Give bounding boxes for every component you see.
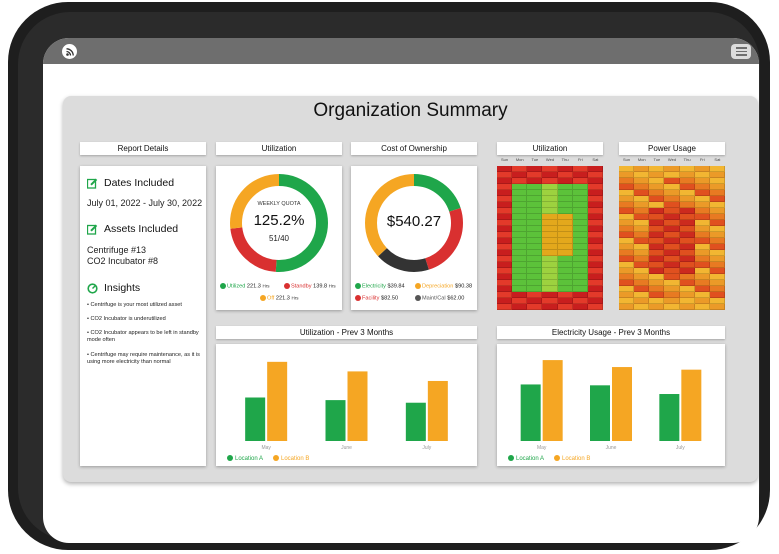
elec-chart-header: Electricity Usage - Prev 3 Months [497, 326, 725, 339]
utilization-header: Utilization [216, 142, 342, 155]
heatmap-cell [679, 304, 695, 310]
report-details-header: Report Details [80, 142, 206, 155]
power-heatmap-days: Sun Mon Tue Wed Thu Fri Sat [623, 157, 721, 162]
heatmap-cell [587, 304, 603, 310]
util-heatmap-header: Utilization [497, 142, 603, 155]
legend-maint-cal: Maint/Cal $62.00 [415, 295, 464, 301]
x-tick-label: June [606, 445, 617, 451]
x-tick-label: May [261, 445, 271, 451]
bar-location-b [267, 361, 288, 441]
x-tick-label: July [676, 445, 685, 451]
quota-fraction: 51/40 [268, 234, 290, 243]
legend-dot [508, 455, 514, 461]
legend-dot [273, 455, 279, 461]
util-chart-card: May June July Location A Location B [216, 344, 477, 466]
elec-chart-card: May June July Location A Location B [497, 344, 725, 466]
tablet-bezel: Organization Summary Report Details Date… [18, 12, 760, 543]
insight-item: • CO2 Incubator appears to be left in st… [87, 330, 199, 343]
legend-label: Location B [281, 456, 309, 462]
legend-label: Location A [235, 456, 263, 462]
x-tick-label: June [341, 445, 352, 451]
cost-card: $540.27 Electricity $39.84 Depreciation … [351, 166, 477, 310]
bar-location-b [612, 367, 632, 441]
bar-location-a [590, 385, 610, 441]
heatmap-cell [709, 304, 725, 310]
asset-item: CO2 Incubator #8 [87, 256, 159, 266]
insight-item: • Centrifuge may require maintenance, as… [87, 352, 200, 365]
util-chart-header: Utilization - Prev 3 Months [216, 326, 477, 339]
heatmap-cell [572, 304, 588, 310]
assets-section-title: Assets Included [87, 223, 178, 235]
x-tick-label: July [422, 445, 431, 451]
power-heatmap-header: Power Usage [619, 142, 725, 155]
utilization-heatmap [497, 166, 603, 310]
bar-location-a [520, 384, 541, 441]
insights-section-title: Insights [87, 282, 140, 294]
insight-item: • CO2 Incubator is underutilized [87, 316, 166, 322]
legend-utilized: Utilized 221.3 Hrs [220, 283, 269, 289]
heatmap-cell [542, 304, 558, 310]
heatmap-cell [694, 304, 710, 310]
heatmap-cell [619, 304, 635, 310]
edit-icon [87, 224, 98, 235]
heatmap-cell [512, 304, 528, 310]
bar-location-b [427, 380, 448, 441]
bar-location-b [681, 369, 702, 441]
screen: Organization Summary Report Details Date… [43, 38, 759, 543]
legend-label: Location A [516, 456, 544, 462]
legend-depreciation: Depreciation $90.38 [415, 283, 472, 289]
bar-location-a [405, 402, 426, 441]
top-bar [43, 38, 759, 64]
tablet-frame: Organization Summary Report Details Date… [8, 2, 770, 550]
cost-total: $540.27 [386, 213, 442, 230]
heatmap-cell [527, 304, 543, 310]
bar-location-b [542, 360, 563, 441]
bar-location-a [659, 394, 680, 441]
power-usage-heatmap [619, 166, 725, 310]
heatmap-cell [557, 304, 573, 310]
heatmap-cell [649, 304, 665, 310]
insight-item: • Centrifuge is your most utilized asset [87, 302, 182, 308]
report-details-card: Dates Included July 01, 2022 - July 30, … [80, 166, 206, 466]
utilization-bar-chart: May June July Location A Location B [227, 361, 448, 462]
dates-title: Dates Included [104, 177, 175, 189]
legend-facility: Facility $82.50 [355, 295, 398, 301]
dates-value: July 01, 2022 - July 30, 2022 [87, 198, 203, 208]
legend-off: Off 221.3 Hrs [260, 295, 298, 301]
assets-title: Assets Included [104, 223, 179, 235]
bar-location-a [245, 397, 266, 441]
legend-dot [554, 455, 560, 461]
x-tick-label: May [537, 445, 547, 451]
page-title: Organization Summary [313, 100, 508, 121]
legend-label: Location B [562, 456, 590, 462]
cost-header: Cost of Ownership [351, 142, 477, 155]
menu-icon[interactable] [731, 44, 751, 59]
legend-electricity: Electricity $39.84 [355, 283, 405, 289]
legend-dot [227, 455, 233, 461]
heatmap-cell [497, 304, 513, 310]
dates-section-title: Dates Included [87, 177, 174, 189]
heatmap-cell [634, 304, 650, 310]
quota-percent: 125.2% [253, 212, 305, 229]
heatmap-cell [664, 304, 680, 310]
bar-location-a [325, 400, 346, 441]
app-logo-icon[interactable] [62, 44, 77, 59]
edit-icon [87, 178, 98, 189]
insights-gauge-icon [87, 282, 98, 294]
util-heatmap-days: Sun Mon Tue Wed Thu Fri Sat [501, 157, 599, 162]
utilization-card: WEEKLY QUOTA 125.2% 51/40 Utilized 221.3… [216, 166, 342, 310]
bar-location-b [347, 371, 368, 441]
quota-label: WEEKLY QUOTA [257, 201, 301, 207]
summary-panel: Organization Summary Report Details Date… [63, 96, 758, 482]
insights-title: Insights [104, 282, 141, 294]
legend-standby: Standby 139.8 Hrs [284, 283, 336, 289]
electricity-bar-chart: May June July Location A Location B [508, 360, 702, 462]
